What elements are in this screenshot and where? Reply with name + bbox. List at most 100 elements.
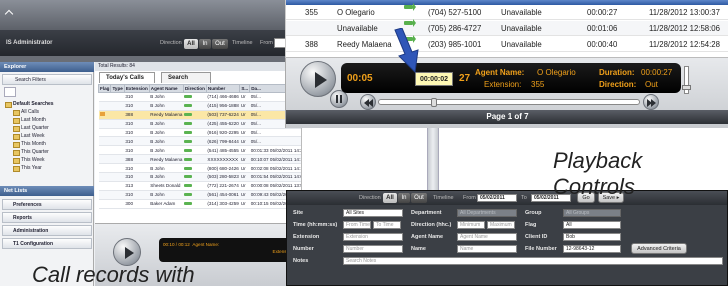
- tab-search[interactable]: Search: [161, 72, 211, 83]
- file-number-field[interactable]: 12-98643-12: [563, 245, 621, 253]
- number-cell: XXXXXXXXXX: [206, 154, 240, 165]
- main-window: IS Administrator Direction All In Out Ti…: [0, 0, 302, 286]
- collapse-icon[interactable]: [4, 9, 14, 19]
- direction-cell: [183, 154, 207, 165]
- default-searches-node[interactable]: Default Searches: [3, 100, 54, 108]
- table-row[interactable]: 310 B John (503) 280-5823 Ur 00:01:54 05/02/…: [98, 172, 301, 182]
- filter-in-button[interactable]: In: [398, 193, 410, 203]
- filter-icon[interactable]: [4, 87, 16, 97]
- direction-out-button[interactable]: Out: [212, 39, 228, 49]
- time-from-field[interactable]: From Time: [343, 221, 371, 229]
- tree-item-all-calls[interactable]: All Calls: [11, 108, 54, 116]
- outbound-arrow-icon: [184, 139, 193, 143]
- table-row[interactable]: 310 B John (415) 956-1888 Ur 05/...: [98, 101, 301, 111]
- table-row[interactable]: 310 B John (916) 920-2295 Ur 05/...: [98, 128, 301, 138]
- number-cell: (541) 485-4555: [206, 145, 240, 156]
- call-number: (704) 527-5100: [428, 8, 482, 17]
- agent-name-field[interactable]: Agent Name: [457, 233, 517, 241]
- tree-item-this-year[interactable]: This Year: [11, 164, 54, 172]
- seek-bar[interactable]: [378, 98, 640, 107]
- call-list-row[interactable]: 355 O Olegario (704) 527-5100 Unavailable 00…: [286, 3, 728, 20]
- table-row[interactable]: 310 B John (425) 455-6220 Ur 05/...: [98, 119, 301, 129]
- rewind-button[interactable]: [360, 94, 376, 110]
- call-list-row[interactable]: Unavailable (705) 286-4727 Unavailable 00:0…: [286, 19, 728, 36]
- extension-cell: 300: [124, 199, 150, 209]
- call-list-row[interactable]: 388 Reedy Malaena (203) 985-1001 Unavailabl…: [286, 35, 728, 52]
- col-flag[interactable]: Flag: [97, 84, 112, 93]
- col-extension[interactable]: Extension: [123, 84, 150, 93]
- agent-name-cell: Reedy Malaena: [149, 154, 184, 165]
- direction-in-button[interactable]: In: [199, 39, 211, 49]
- search-filters-item[interactable]: Search Filters: [2, 74, 92, 85]
- table-row[interactable]: 388 Reedy Malaena XXXXXXXXXX Ur 00:10:07 05/…: [98, 154, 301, 165]
- table-row[interactable]: 310 B John (714) 466-4686 Ur 05/...: [98, 92, 301, 102]
- play-button[interactable]: [300, 61, 336, 97]
- call-list-zoom: 355 O Olegario (704) 527-5100 Unavailable 00…: [285, 0, 728, 58]
- net-lists-section[interactable]: Net Lists: [0, 186, 94, 196]
- volume-thumb[interactable]: [682, 85, 691, 90]
- site-label: Site: [293, 210, 304, 216]
- tree-item-last-week[interactable]: Last Week: [11, 132, 54, 140]
- site-select[interactable]: All Sites: [343, 209, 403, 217]
- department-select[interactable]: All Departments: [457, 209, 517, 217]
- type-cell: [110, 190, 125, 200]
- col-agent-name[interactable]: Agent Name: [148, 84, 184, 93]
- tree-item-last-month[interactable]: Last Month: [11, 116, 54, 124]
- seek-thumb[interactable]: [431, 98, 437, 107]
- preferences-section[interactable]: Preferences: [2, 199, 92, 210]
- fast-forward-button[interactable]: [643, 94, 659, 110]
- extension-field[interactable]: Extension: [343, 233, 403, 241]
- flag-icon[interactable]: [99, 112, 105, 117]
- direction-cell: [183, 128, 207, 138]
- tree-item-this-quarter[interactable]: This Quarter: [11, 148, 54, 156]
- reports-section[interactable]: Reports: [2, 212, 92, 223]
- col-direction[interactable]: Direction: [182, 84, 207, 93]
- group-select[interactable]: All Groups: [563, 209, 621, 217]
- tree-item-this-month[interactable]: This Month: [11, 140, 54, 148]
- client-id-field[interactable]: Bob: [563, 233, 621, 241]
- call-status: Unavailable: [501, 8, 542, 17]
- table-row[interactable]: 310 B John (626) 799-8444 Ur 05/...: [98, 136, 301, 147]
- filter-direction-label: Direction: [359, 195, 381, 201]
- t1-configuration-section[interactable]: T1 Configuration: [2, 238, 92, 249]
- filter-from-date[interactable]: 05/02/2011: [477, 194, 517, 202]
- volume-slider[interactable]: [682, 66, 691, 94]
- table-row[interactable]: 310 B John (561) 454-0061 Ur 00:09:43 05/02/…: [98, 190, 301, 200]
- col-type[interactable]: Type: [110, 84, 125, 93]
- flag-select[interactable]: All: [563, 221, 621, 229]
- tab-todays-calls[interactable]: Today's Calls: [99, 72, 155, 83]
- call-ext: 388: [305, 40, 319, 49]
- duration-max-field[interactable]: Maximum: [487, 221, 515, 229]
- table-row[interactable]: 313 Sheets Donald (772) 221-2674 Ur 00:00:08…: [98, 181, 301, 191]
- extension-label: Extension:: [484, 80, 522, 89]
- name-field[interactable]: Name: [457, 245, 517, 253]
- advanced-criteria-button[interactable]: Advanced Criteria: [631, 243, 687, 254]
- table-row[interactable]: 310 B John (541) 485-4555 Ur 00:01:33 05/02/…: [98, 145, 301, 156]
- direction-all-button[interactable]: All: [184, 39, 198, 49]
- duration-label: Duration:: [599, 68, 635, 77]
- duration-min-field[interactable]: Minimum: [457, 221, 485, 229]
- tree-item-this-week[interactable]: This Week: [11, 156, 54, 164]
- notes-field[interactable]: Search Notes: [343, 257, 723, 265]
- table-row[interactable]: 310 B John (800) 680-2426 Ur 00:02:08 05/02/…: [98, 163, 301, 174]
- call-ext: 355: [305, 8, 319, 17]
- col-status[interactable]: S...: [239, 84, 251, 93]
- status-cell: Ur: [239, 110, 250, 120]
- number-field[interactable]: Number: [343, 245, 403, 253]
- filter-all-button[interactable]: All: [383, 193, 397, 203]
- filter-out-button[interactable]: Out: [411, 193, 427, 203]
- status-cell: Ur: [239, 190, 250, 200]
- call-datetime: 11/28/2012 12:54:28: [649, 40, 720, 49]
- col-number[interactable]: Number: [205, 84, 241, 93]
- number-cell: (800) 680-2426: [206, 163, 240, 174]
- outbound-arrow-icon: [184, 166, 193, 170]
- agent-name-cell: B John: [149, 136, 184, 147]
- table-row[interactable]: 388 Reedy Malaena (503) 737-6224 Ur 05/...: [98, 110, 301, 120]
- tree-item-last-quarter[interactable]: Last Quarter: [11, 124, 54, 132]
- extension-cell: 313: [124, 181, 150, 191]
- administration-section[interactable]: Administration: [2, 225, 92, 236]
- agent-name-cell: Sheets Donald: [149, 181, 184, 191]
- extension-cell: 310: [124, 145, 150, 156]
- table-row[interactable]: 300 Baker Adam (314) 303-4259 Ur 00:10:15 05…: [98, 199, 301, 209]
- time-to-field[interactable]: To Time: [373, 221, 401, 229]
